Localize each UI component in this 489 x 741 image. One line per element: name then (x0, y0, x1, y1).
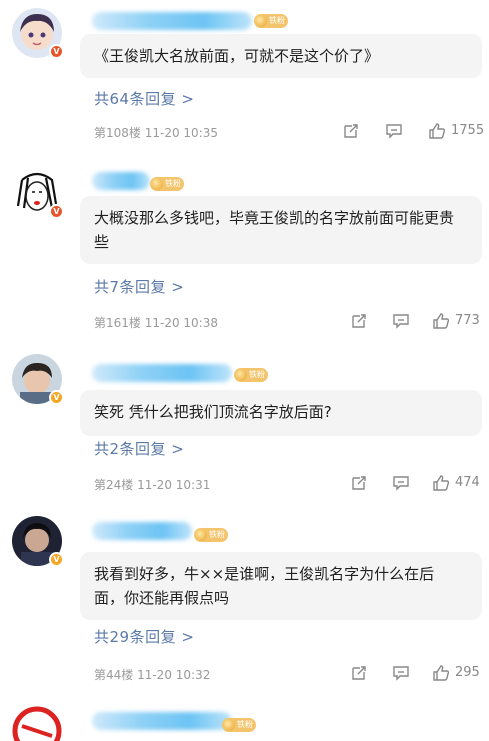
verified-badge-icon: V (49, 44, 64, 59)
comment-actions: 773 (340, 312, 488, 330)
like-icon[interactable] (432, 664, 450, 682)
comment-text[interactable]: 我看到好多，牛××是谁啊，王俊凯名字为什么在后面，你还能再假点吗 (80, 552, 482, 620)
comment-actions: 474 (340, 474, 488, 492)
like-count: 773 (455, 313, 480, 328)
fan-badge: 铁粉 (234, 368, 268, 382)
avatar-image (12, 706, 62, 741)
comment-icon[interactable] (385, 122, 403, 140)
comment-text[interactable]: 大概没那么多钱吧，毕竟王俊凯的名字放前面可能更贵些 (80, 196, 482, 264)
fan-badge: 铁粉 (254, 14, 288, 28)
avatar[interactable]: V (12, 168, 64, 219)
fan-badge: 铁粉 (194, 528, 228, 542)
share-icon[interactable] (342, 122, 360, 140)
comment-meta: 第161楼 11-20 10:38 (94, 316, 218, 330)
comment-icon[interactable] (392, 474, 410, 492)
share-icon[interactable] (350, 312, 368, 330)
like-count: 1755 (451, 123, 485, 138)
replies-link[interactable]: 共29条回复 > (94, 626, 194, 647)
avatar[interactable]: V (12, 354, 64, 405)
username-blurred[interactable] (92, 712, 232, 730)
replies-link[interactable]: 共2条回复 > (94, 438, 184, 459)
username-blurred[interactable] (92, 12, 252, 30)
like-count: 295 (455, 665, 480, 680)
comment-text[interactable]: 《王俊凯大名放前面，可就不是这个价了》 (80, 34, 482, 78)
like-count: 474 (455, 475, 480, 490)
comment-icon[interactable] (392, 312, 410, 330)
verified-badge-icon: V (49, 204, 64, 219)
fan-badge: 铁粉 (150, 177, 184, 191)
comment-meta: 第108楼 11-20 10:35 (94, 126, 218, 140)
fan-badge: 铁粉 (222, 718, 256, 732)
username-blurred[interactable] (92, 364, 232, 382)
like-icon[interactable] (432, 312, 450, 330)
share-icon[interactable] (350, 474, 368, 492)
avatar[interactable]: V (12, 516, 64, 567)
verified-badge-icon: V (49, 552, 64, 567)
comment-icon[interactable] (392, 664, 410, 682)
comment-text[interactable]: 笑死 凭什么把我们顶流名字放后面? (80, 390, 482, 436)
username-blurred[interactable] (92, 522, 192, 540)
like-icon[interactable] (432, 474, 450, 492)
comment-actions: 1755 (340, 122, 488, 140)
comment-meta: 第44楼 11-20 10:32 (94, 668, 211, 682)
replies-link[interactable]: 共64条回复 > (94, 88, 194, 109)
username-blurred[interactable] (92, 172, 150, 190)
comment-actions: 295 (340, 664, 488, 682)
share-icon[interactable] (350, 664, 368, 682)
replies-link[interactable]: 共7条回复 > (94, 276, 184, 297)
avatar[interactable]: V (12, 8, 64, 59)
avatar[interactable] (12, 706, 62, 741)
comment-meta: 第24楼 11-20 10:31 (94, 478, 211, 492)
like-icon[interactable] (428, 122, 446, 140)
verified-badge-icon: V (49, 390, 64, 405)
